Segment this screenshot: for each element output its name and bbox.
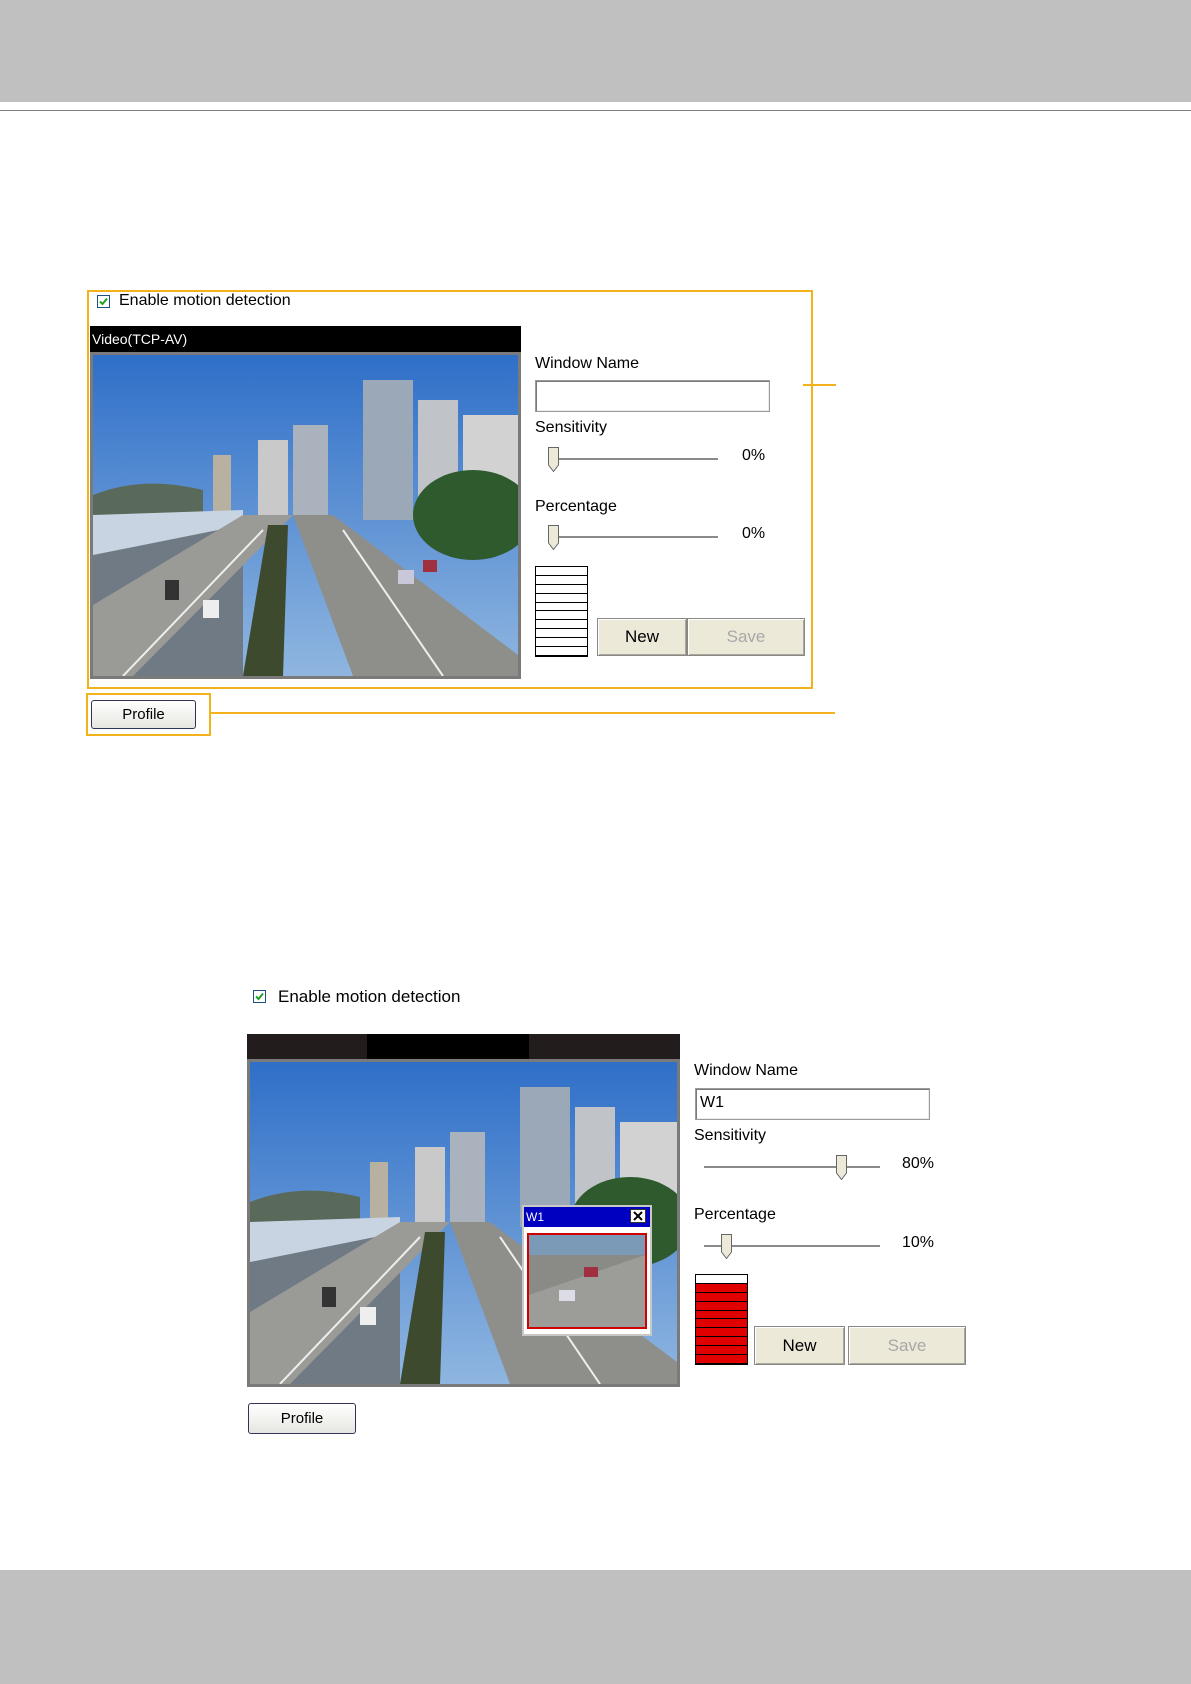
meter-segment <box>536 629 587 639</box>
meter-segment <box>696 1319 747 1329</box>
percentage-slider-track[interactable] <box>548 536 718 539</box>
video-stream-title-bar <box>247 1034 680 1060</box>
motion-window-region[interactable] <box>527 1233 647 1329</box>
percentage-value: 0% <box>742 525 766 542</box>
enable-motion-label: Enable motion detection <box>278 987 461 1006</box>
meter-segment <box>696 1301 747 1311</box>
profile-callout-line <box>210 712 835 714</box>
percentage-label: Percentage <box>694 1206 776 1223</box>
meter-segment <box>536 611 587 621</box>
meter-segment <box>696 1275 747 1284</box>
window-name-input[interactable]: W1 <box>695 1088 930 1120</box>
enable-motion-checkbox[interactable] <box>97 295 110 308</box>
new-window-button[interactable]: New <box>754 1326 845 1365</box>
video-stream-title: Video(TCP-AV) <box>90 326 521 352</box>
header-rule <box>0 110 1191 111</box>
meter-segment <box>536 567 587 576</box>
motion-window-title: W1 <box>526 1210 544 1224</box>
percentage-slider-thumb[interactable] <box>720 1234 732 1259</box>
traffic-scene-image <box>93 355 518 676</box>
sensitivity-value: 0% <box>742 447 766 464</box>
meter-segment <box>696 1328 747 1338</box>
meter-segment <box>696 1310 747 1320</box>
profile-button[interactable]: Profile <box>248 1403 356 1434</box>
percentage-label: Percentage <box>535 498 617 515</box>
sensitivity-slider-track[interactable] <box>704 1166 880 1169</box>
sensitivity-slider-thumb[interactable] <box>836 1155 847 1180</box>
save-button[interactable]: Save <box>687 618 805 656</box>
meter-segment <box>696 1292 747 1302</box>
meter-segment <box>536 647 587 656</box>
meter-segment <box>536 620 587 630</box>
meter-segment <box>696 1283 747 1293</box>
meter-segment <box>696 1355 747 1364</box>
sensitivity-value: 80% <box>902 1155 935 1172</box>
meter-segment <box>696 1346 747 1356</box>
profile-button[interactable]: Profile <box>91 700 196 729</box>
motion-activity-meter <box>695 1274 748 1365</box>
video-title-redacted <box>367 1034 529 1060</box>
sensitivity-slider-track[interactable] <box>548 458 718 461</box>
meter-segment <box>696 1337 747 1347</box>
header-band <box>0 0 1191 102</box>
slider-thumb-icon <box>720 1234 732 1259</box>
slider-thumb-icon <box>548 525 559 550</box>
meter-segment <box>536 585 587 594</box>
window-name-input[interactable] <box>535 380 770 412</box>
window-name-label: Window Name <box>535 355 640 372</box>
sensitivity-label: Sensitivity <box>694 1127 767 1144</box>
settings-callout-line <box>803 384 836 386</box>
slider-thumb-icon <box>836 1155 847 1180</box>
window-name-label: Window Name <box>694 1062 799 1079</box>
meter-segment <box>536 576 587 585</box>
motion-window-title-bar[interactable]: W1 <box>524 1207 650 1227</box>
motion-window-w1[interactable]: W1 <box>522 1205 652 1336</box>
meter-segment <box>536 594 587 603</box>
meter-segment <box>536 638 587 648</box>
video-preview[interactable] <box>90 352 521 679</box>
enable-motion-label: Enable motion detection <box>119 292 291 309</box>
checkmark-icon <box>255 992 264 1001</box>
percentage-value: 10% <box>902 1234 935 1251</box>
sensitivity-label: Sensitivity <box>535 419 608 436</box>
slider-thumb-icon <box>548 447 559 472</box>
motion-region-preview <box>529 1235 645 1327</box>
sensitivity-slider-thumb[interactable] <box>548 447 559 472</box>
save-button[interactable]: Save <box>848 1326 966 1365</box>
motion-activity-meter <box>535 566 588 657</box>
enable-motion-checkbox[interactable] <box>253 990 266 1003</box>
close-icon[interactable] <box>630 1209 646 1223</box>
new-window-button[interactable]: New <box>597 618 687 656</box>
checkmark-icon <box>99 297 108 306</box>
footer-band <box>0 1570 1191 1684</box>
percentage-slider-thumb[interactable] <box>548 525 559 550</box>
meter-segment <box>536 603 587 612</box>
